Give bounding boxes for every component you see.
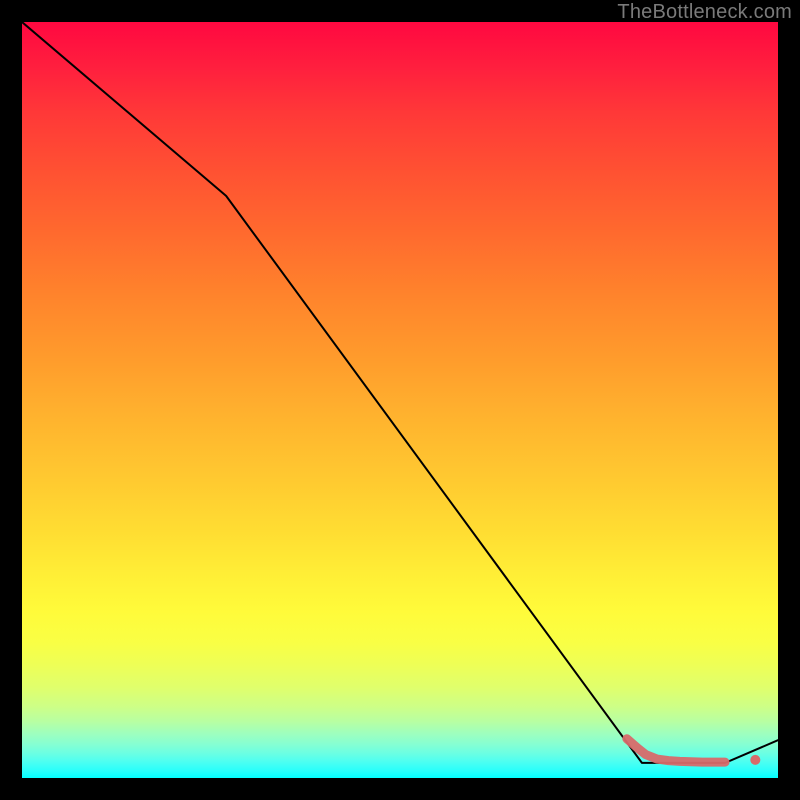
highlight-markers <box>627 739 761 765</box>
bottleneck-curve-line <box>22 22 778 763</box>
plot-area <box>22 22 778 778</box>
chart-frame: TheBottleneck.com <box>0 0 800 800</box>
credit-text: TheBottleneck.com <box>617 1 792 24</box>
chart-svg <box>22 22 778 778</box>
